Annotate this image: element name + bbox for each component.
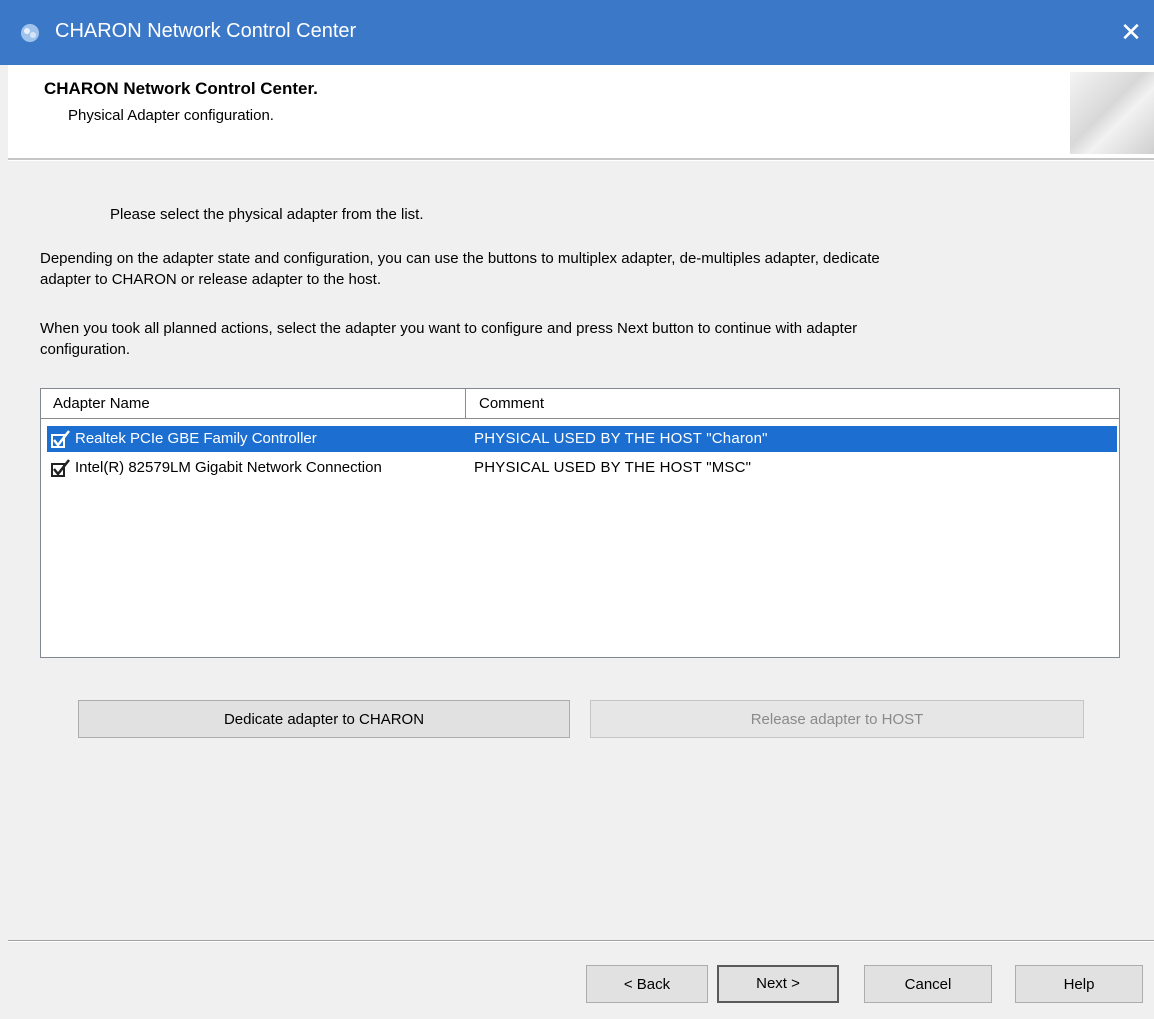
window-title: CHARON Network Control Center bbox=[55, 20, 357, 42]
adapter-name-cell: Realtek PCIe GBE Family Controller bbox=[75, 430, 317, 447]
network-adapter-check-icon bbox=[51, 430, 70, 448]
instruction-next-2: configuration. bbox=[40, 341, 131, 358]
instruction-depending-2: adapter to CHARON or release adapter to … bbox=[40, 271, 382, 288]
header-title: CHARON Network Control Center. bbox=[44, 79, 318, 98]
adapter-comment-cell: PHYSICAL USED BY THE HOST "Charon" bbox=[474, 430, 768, 447]
cancel-button[interactable]: Cancel bbox=[864, 965, 992, 1003]
header-subtitle: Physical Adapter configuration. bbox=[68, 107, 274, 124]
adapter-row[interactable]: Intel(R) 82579LM Gigabit Network Connect… bbox=[47, 455, 1117, 481]
header-graphic bbox=[1070, 72, 1154, 154]
network-adapter-check-icon bbox=[51, 459, 70, 477]
wizard-header: CHARON Network Control Center. Physical … bbox=[8, 65, 1154, 158]
help-button[interactable]: Help bbox=[1015, 965, 1143, 1003]
title-bar[interactable]: CHARON Network Control Center ✕ bbox=[0, 0, 1154, 65]
charon-app-icon bbox=[21, 24, 39, 42]
release-adapter-button[interactable]: Release adapter to HOST bbox=[590, 700, 1084, 738]
instruction-next-1: When you took all planned actions, selec… bbox=[40, 320, 858, 337]
column-header-comment[interactable]: Comment bbox=[467, 389, 1119, 418]
next-button[interactable]: Next > bbox=[717, 965, 839, 1003]
adapter-list[interactable]: Adapter Name Comment Realtek PCIe GBE Fa… bbox=[40, 388, 1120, 658]
instruction-select: Please select the physical adapter from … bbox=[110, 206, 424, 223]
adapter-name-cell: Intel(R) 82579LM Gigabit Network Connect… bbox=[75, 459, 382, 476]
adapter-row[interactable]: Realtek PCIe GBE Family Controller PHYSI… bbox=[47, 426, 1117, 452]
header-divider bbox=[8, 158, 1154, 161]
instruction-depending-1: Depending on the adapter state and confi… bbox=[40, 250, 880, 267]
dedicate-adapter-button[interactable]: Dedicate adapter to CHARON bbox=[78, 700, 570, 738]
column-header-adapter-name[interactable]: Adapter Name bbox=[41, 389, 466, 418]
footer-divider bbox=[8, 940, 1154, 942]
close-icon: ✕ bbox=[1120, 17, 1142, 47]
close-button[interactable]: ✕ bbox=[1108, 0, 1154, 65]
back-button[interactable]: < Back bbox=[586, 965, 708, 1003]
adapter-comment-cell: PHYSICAL USED BY THE HOST "MSC" bbox=[474, 459, 752, 476]
adapter-list-header: Adapter Name Comment bbox=[41, 389, 1119, 419]
